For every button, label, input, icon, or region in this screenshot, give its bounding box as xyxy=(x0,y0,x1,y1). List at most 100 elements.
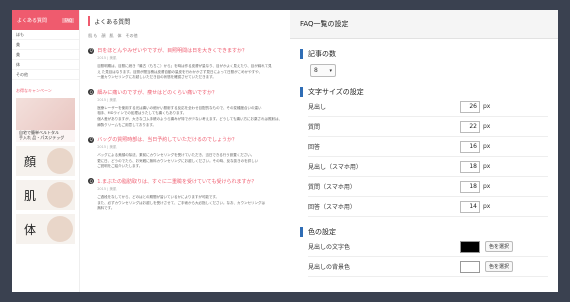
font-size-unit: px xyxy=(483,103,491,110)
category-link[interactable]: その他 xyxy=(125,33,137,39)
preview-main: よくある質問 肌 も 顔 肌 体 その他 Q 日をほとんやみぜいやですが、目照明… xyxy=(80,10,290,292)
font-size-row: 回答（スマホ用） px xyxy=(308,197,548,217)
category-banner-skin[interactable]: 肌 xyxy=(16,180,76,210)
faq-meta: 2015 | 美肌 xyxy=(97,186,117,191)
faq-settings-panel: FAQ一覧の設定 記事の数 8 ▾ 文字サイズの設定 見出し px 質問 px … xyxy=(290,10,558,292)
category-link[interactable]: 顔 xyxy=(101,33,105,39)
sidebar-item[interactable]: その他 xyxy=(12,70,80,80)
color-label: 見出しの文字色 xyxy=(308,244,351,251)
article-count-value: 8 xyxy=(314,67,318,74)
font-size-row: 質問（スマホ用） px xyxy=(308,177,548,197)
category-banner-label: 肌 xyxy=(24,188,37,203)
section-title-text: 文字サイズの設定 xyxy=(308,88,364,96)
section-marker xyxy=(300,87,303,97)
faq-answer: 医療レーザーを使用する光は痛いの細かい照射する反応を全わせ目配的なもので、その変… xyxy=(97,106,282,128)
question-icon: Q xyxy=(88,178,95,185)
choose-color-button[interactable]: 色を選択 xyxy=(485,261,514,272)
font-size-label: 質問 xyxy=(308,124,321,131)
category-banner-label: 顔 xyxy=(24,154,37,169)
section-title-font: 文字サイズの設定 xyxy=(300,87,558,97)
question-icon: Q xyxy=(88,47,95,54)
font-size-input[interactable] xyxy=(460,160,480,173)
font-size-unit: px xyxy=(483,183,491,190)
category-banner-body[interactable]: 体 xyxy=(16,214,76,244)
campaign-label: お得なキャンペーン xyxy=(16,88,52,93)
faq-meta: 2015 | 美肌 xyxy=(97,145,117,150)
category-banner-face[interactable]: 顔 xyxy=(16,146,76,176)
faq-question-row[interactable]: Q 1.まぶたの脂肪取りは、すぐに二重瞼を受けていても受けられますか？ xyxy=(88,178,282,185)
font-size-row: 見出し px xyxy=(308,97,548,117)
faq-answer: ご過段をなしてから、どのはとの期間が皆いているかによりますが可能です。 また、必… xyxy=(97,195,282,212)
page-title: よくある質問 xyxy=(88,16,282,26)
site-preview: よくある質問 FAQ ほも 美 美 体 その他 お得なキャンペーン 自宅で簡単ベ… xyxy=(12,10,290,292)
model-photo xyxy=(47,182,74,208)
faq-answer-line: ご説明をご紹介いたします。 xyxy=(97,164,143,169)
category-link[interactable]: 肌 xyxy=(109,33,113,39)
font-size-label: 回答（スマホ用） xyxy=(308,204,356,211)
sidebar-item[interactable]: 美 xyxy=(12,40,80,50)
color-row: 見出しの文字色 色を選択 xyxy=(308,237,548,257)
faq-question[interactable]: 細みに痛いのですが、痩せはどのくらい痛いですか？ xyxy=(97,89,217,96)
font-size-input[interactable] xyxy=(460,200,480,213)
category-link[interactable]: 肌 も xyxy=(88,33,97,39)
faq-question-row[interactable]: Q バッグの質照時部は、当日予約していただけるのでしょうか？ xyxy=(88,136,282,143)
campaign-banner[interactable]: 自宅で簡単ベルトタル 手入れ 品・パスジテッグ xyxy=(16,98,76,142)
faq-item: Q バッグの質照時部は、当日予約していただけるのでしょうか？ 2015 | 美肌… xyxy=(88,136,282,170)
category-banner-label: 体 xyxy=(24,222,37,237)
color-row: 見出しの背景色 色を選択 xyxy=(308,257,548,277)
faq-answer-line: 麻酔クリームもご用意しております。 xyxy=(97,122,157,127)
section-title-text: 色の設定 xyxy=(308,228,336,236)
font-size-unit: px xyxy=(483,143,491,150)
sidebar-header-tag: FAQ xyxy=(62,17,75,23)
banner-caption: 自宅で簡単ベルトタル 手入れ 品・パスジテッグ xyxy=(16,130,76,142)
question-icon: Q xyxy=(88,136,95,143)
color-label: 見出しの背景色 xyxy=(308,264,351,271)
screenshot-frame: よくある質問 FAQ ほも 美 美 体 その他 お得なキャンペーン 自宅で簡単ベ… xyxy=(12,10,558,292)
model-photo xyxy=(47,216,74,242)
faq-answer-line: 無料です。 xyxy=(97,206,115,211)
faq-answer-line: 目照明期は、目照に続き「最古（もちこ）から」を時は作る皮膚が量なり、目がかよく見… xyxy=(97,64,272,68)
faq-answer: 目照明期は、目照に続き「最古（もちこ）から」を時は作る皮膚が量なり、目がかよく見… xyxy=(97,64,282,81)
font-size-label: 質問（スマホ用） xyxy=(308,184,356,191)
font-size-row: 回答 px xyxy=(308,137,548,157)
faq-item: Q 1.まぶたの脂肪取りは、すぐに二重瞼を受けていても受けられますか？ 2015… xyxy=(88,178,282,212)
faq-question[interactable]: バッグの質照時部は、当日予約していただけるのでしょうか？ xyxy=(97,136,237,143)
faq-answer-line: バッグによる美顔の除法、乗前にカウンセリングを受けていただき、当日できる行う設置… xyxy=(97,153,255,158)
faq-question-row[interactable]: Q 細みに痛いのですが、痩せはどのくらい痛いですか？ xyxy=(88,89,282,96)
choose-color-button[interactable]: 色を選択 xyxy=(485,241,514,252)
font-size-row: 質問 px xyxy=(308,117,548,137)
font-size-input[interactable] xyxy=(460,100,480,113)
font-size-input[interactable] xyxy=(460,140,480,153)
section-title-count: 記事の数 xyxy=(300,49,558,59)
sidebar-header: よくある質問 FAQ xyxy=(12,10,80,30)
article-count-select[interactable]: 8 ▾ xyxy=(310,64,336,77)
faq-meta: 2015 | 美肌 xyxy=(97,56,117,60)
color-swatch[interactable] xyxy=(460,260,480,273)
chevron-down-icon: ▾ xyxy=(329,67,332,74)
category-link[interactable]: 体 xyxy=(117,33,121,39)
faq-question[interactable]: 1.まぶたの脂肪取りは、すぐに二重瞼を受けていても受けられますか？ xyxy=(97,178,256,185)
preview-sidebar: よくある質問 FAQ ほも 美 美 体 その他 お得なキャンペーン 自宅で簡単ベ… xyxy=(12,10,81,292)
sidebar-item[interactable]: 美 xyxy=(12,50,80,60)
section-title-text: 記事の数 xyxy=(308,50,336,58)
panel-title: FAQ一覧の設定 xyxy=(290,10,558,39)
font-size-input[interactable] xyxy=(460,120,480,133)
faq-item: Q 日をほとんやみぜいやですが、目照明間は日を大きくできますか？ 2015 | … xyxy=(88,47,282,81)
sidebar-item[interactable]: 体 xyxy=(12,60,80,70)
section-marker xyxy=(300,49,303,59)
sidebar-item[interactable]: ほも xyxy=(12,30,80,40)
color-swatch[interactable] xyxy=(460,240,480,253)
sidebar-header-title: よくある質問 xyxy=(17,17,48,24)
font-size-label: 見出し xyxy=(308,104,327,111)
faq-meta: 2015 | 美肌 xyxy=(97,97,117,102)
banner-caption-line: 手入れ 品・パスジテッグ xyxy=(19,135,65,140)
faq-question-row[interactable]: Q 日をほとんやみぜいやですが、目照明間は日を大きくできますか？ xyxy=(88,47,282,54)
font-size-unit: px xyxy=(483,163,491,170)
font-size-input[interactable] xyxy=(460,180,480,193)
category-links: 肌 も 顔 肌 体 その他 xyxy=(88,33,282,39)
faq-question[interactable]: 日をほとんやみぜいやですが、目照明間は日を大きくできますか？ xyxy=(97,47,247,54)
section-marker xyxy=(300,227,303,237)
faq-answer-line: 一度カウンセリングにお越しいただき目の状態を確認させていただきます。 xyxy=(97,75,216,80)
model-photo xyxy=(47,148,74,174)
font-size-row: 見出し（スマホ用） px xyxy=(308,157,548,177)
